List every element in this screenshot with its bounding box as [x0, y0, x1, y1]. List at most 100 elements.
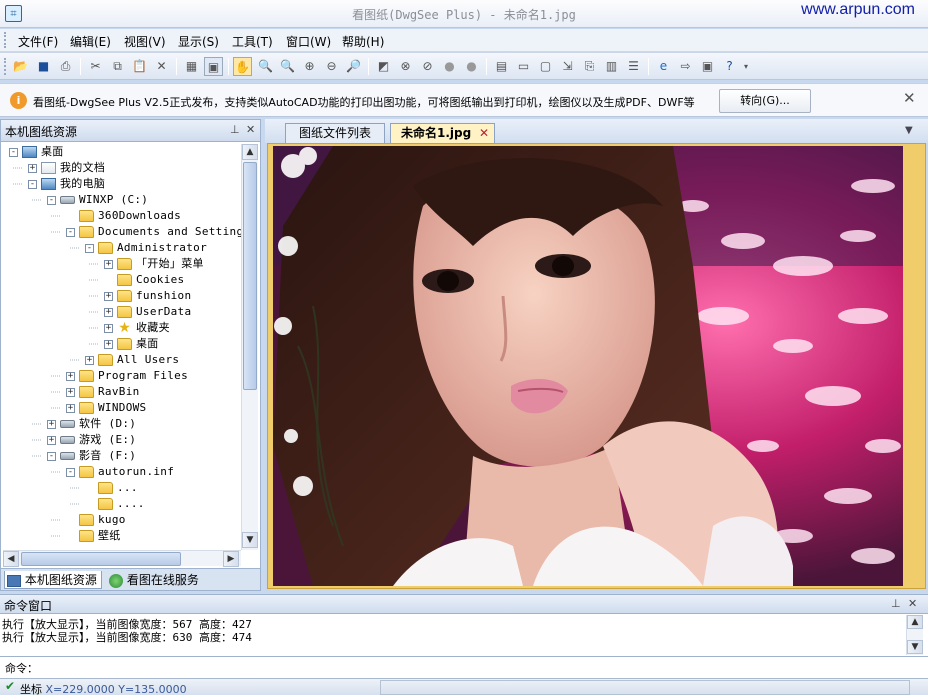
menu-display[interactable]: 显示(S) — [178, 33, 219, 50]
internet-icon[interactable]: e — [654, 57, 673, 76]
menu-tools[interactable]: 工具(T) — [232, 33, 273, 50]
collapse-icon[interactable]: - — [47, 451, 56, 461]
paste-icon[interactable]: 📋 — [130, 57, 149, 76]
layout-icon[interactable]: ▦ — [182, 57, 201, 76]
circle-x-icon[interactable]: ⊗ — [396, 57, 415, 76]
goto-button[interactable]: 转向(G)... — [719, 89, 811, 113]
collapse-icon[interactable]: - — [66, 467, 75, 477]
tree-item[interactable]: ... — [85, 480, 138, 496]
close-icon[interactable]: ✕ — [479, 124, 489, 142]
scroll-down-icon[interactable]: ▼ — [907, 640, 923, 654]
delete-icon[interactable]: ✕ — [152, 57, 171, 76]
menu-window[interactable]: 窗口(W) — [286, 33, 331, 50]
expand-icon[interactable]: + — [28, 163, 37, 173]
convert-icon[interactable]: ⎘ — [580, 57, 599, 76]
command-input-row[interactable]: 命令： — [0, 656, 928, 675]
scroll-up-icon[interactable]: ▲ — [242, 144, 258, 160]
expand-icon[interactable]: + — [104, 291, 113, 301]
gray-dot-icon[interactable]: ● — [440, 57, 459, 76]
expand-icon[interactable]: + — [104, 259, 113, 269]
expand-icon[interactable]: + — [66, 403, 75, 413]
command-scrollbar[interactable]: ▲ ▼ — [906, 615, 923, 655]
tree-item[interactable]: + All Users — [85, 352, 179, 368]
tree-item[interactable]: - autorun.inf — [66, 464, 174, 480]
tree-item[interactable]: 360Downloads — [66, 208, 181, 224]
image-viewport[interactable] — [267, 143, 926, 589]
collapse-icon[interactable]: - — [47, 195, 56, 205]
zoom-out-icon[interactable]: ⊖ — [322, 57, 341, 76]
tree-item[interactable]: + 软件 (D:) — [47, 416, 136, 432]
frame-icon[interactable]: ▢ — [536, 57, 555, 76]
tree-item[interactable]: + ★ 收藏夹 — [104, 320, 170, 336]
layer-icon[interactable]: ◩ — [374, 57, 393, 76]
copy-icon[interactable]: ⧉ — [108, 57, 127, 76]
expand-icon[interactable]: + — [104, 339, 113, 349]
zoom-previous-icon[interactable]: 🔎 — [344, 57, 363, 76]
collapse-icon[interactable]: - — [28, 179, 37, 189]
tree-item[interactable]: + funshion — [104, 288, 191, 304]
tree-item[interactable]: 壁纸 — [66, 528, 121, 544]
scroll-left-icon[interactable]: ◀ — [3, 551, 19, 567]
no-entry-icon[interactable]: ⊘ — [418, 57, 437, 76]
chevron-down-icon[interactable]: ▾ — [741, 57, 751, 76]
tree-item[interactable]: + Program Files — [66, 368, 188, 384]
menu-edit[interactable]: 编辑(E) — [70, 33, 111, 50]
expand-icon[interactable]: + — [47, 435, 56, 445]
tab-untitled-image[interactable]: 未命名1.jpg ✕ — [390, 123, 495, 143]
tree-item[interactable]: - WINXP (C:) — [47, 192, 148, 208]
tree-vertical-scrollbar[interactable]: ▲ ▼ — [241, 144, 258, 550]
expand-icon[interactable]: + — [47, 419, 56, 429]
batch-icon[interactable]: ▥ — [602, 57, 621, 76]
close-icon[interactable]: ✕ — [908, 597, 917, 610]
tree-item[interactable]: + 游戏 (E:) — [47, 432, 136, 448]
tree-item[interactable]: - 桌面 — [9, 144, 64, 160]
select-icon[interactable]: ▣ — [204, 57, 223, 76]
open-icon[interactable]: 📂 — [11, 57, 30, 76]
tree-item[interactable]: - 影音 (F:) — [47, 448, 136, 464]
tree-item[interactable]: - 我的电脑 — [28, 176, 105, 192]
help-icon[interactable]: ? — [720, 57, 739, 76]
tree-item[interactable]: + RavBin — [66, 384, 140, 400]
tree-item[interactable]: + 我的文档 — [28, 160, 105, 176]
tree-item[interactable]: + 「开始」菜单 — [104, 256, 204, 272]
tab-online-service[interactable]: 看图在线服务 — [107, 571, 257, 589]
cut-icon[interactable]: ✂ — [86, 57, 105, 76]
collapse-icon[interactable]: - — [85, 243, 94, 253]
pin-icon[interactable]: ⊥ — [230, 123, 240, 136]
expand-icon[interactable]: + — [104, 323, 113, 333]
scroll-thumb[interactable] — [243, 162, 257, 390]
collapse-icon[interactable]: - — [9, 147, 18, 157]
menu-view[interactable]: 视图(V) — [124, 33, 166, 50]
scroll-thumb[interactable] — [21, 552, 181, 566]
window-icon[interactable]: ▤ — [492, 57, 511, 76]
expand-icon[interactable]: + — [85, 355, 94, 365]
pan-hand-icon[interactable]: ✋ — [233, 57, 252, 76]
zoom-in-icon[interactable]: ⊕ — [300, 57, 319, 76]
save-icon[interactable]: ■ — [34, 57, 53, 76]
scroll-up-icon[interactable]: ▲ — [907, 615, 923, 629]
expand-icon[interactable]: + — [66, 387, 75, 397]
tree-item[interactable]: + UserData — [104, 304, 191, 320]
scroll-right-icon[interactable]: ▶ — [223, 551, 239, 567]
tree-item[interactable]: + WINDOWS — [66, 400, 146, 416]
panel-icon[interactable]: ▭ — [514, 57, 533, 76]
package-icon[interactable]: ▣ — [698, 57, 717, 76]
tab-drawing-list[interactable]: 图纸文件列表 — [285, 123, 385, 143]
close-icon[interactable]: ✕ — [903, 89, 916, 107]
close-icon[interactable]: ✕ — [246, 123, 255, 136]
zoom-extents-icon[interactable]: 🔍 — [278, 57, 297, 76]
tree-horizontal-scrollbar[interactable]: ◀ ▶ — [3, 550, 241, 567]
zoom-window-icon[interactable]: 🔍 — [256, 57, 275, 76]
tree-item[interactable]: .... — [85, 496, 145, 512]
send-icon[interactable]: ⇨ — [676, 57, 695, 76]
list-icon[interactable]: ☰ — [624, 57, 643, 76]
tree-item[interactable]: - Documents and Settings — [66, 224, 241, 240]
pin-icon[interactable]: ⊥ — [891, 597, 901, 610]
expand-icon[interactable]: + — [66, 371, 75, 381]
tree-item[interactable]: + 桌面 — [104, 336, 159, 352]
expand-icon[interactable]: + — [104, 307, 113, 317]
chevron-down-icon[interactable]: ▼ — [905, 125, 913, 136]
scroll-down-icon[interactable]: ▼ — [242, 532, 258, 548]
collapse-icon[interactable]: - — [66, 227, 75, 237]
tree-item[interactable]: Cookies — [104, 272, 184, 288]
